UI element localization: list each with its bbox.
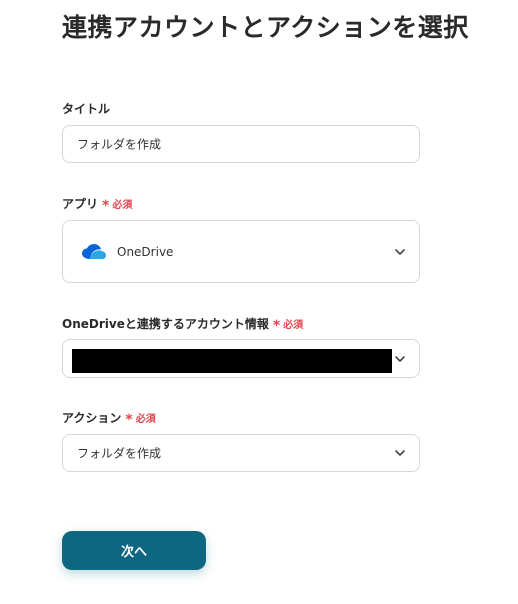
next-button[interactable]: 次へ [62,531,206,570]
required-text: 必須 [135,414,156,425]
account-label: OneDriveと連携するアカウント情報 * 必須 [62,315,304,334]
page-title: 連携アカウントとアクションを選択 [62,13,469,42]
chevron-down-icon [395,248,405,255]
app-label-text: アプリ [62,197,99,211]
title-input[interactable]: フォルダを作成 [62,125,420,163]
required-asterisk: * [125,411,133,428]
app-label: アプリ * 必須 [62,195,133,214]
action-select[interactable]: フォルダを作成 [62,434,420,472]
redacted-account-value [72,349,392,373]
action-select-value: フォルダを作成 [77,446,162,461]
title-input-value: フォルダを作成 [77,137,162,152]
account-select[interactable] [62,339,420,378]
title-label: タイトル [62,100,110,117]
required-asterisk: * [272,317,281,334]
app-select[interactable]: OneDrive [62,220,420,283]
required-asterisk: * [102,197,110,214]
action-label-text: アクション [62,411,122,425]
action-label: アクション * 必須 [62,409,156,428]
chevron-down-icon [395,355,405,362]
onedrive-cloud-icon [82,243,106,259]
account-label-text: OneDriveと連携するアカウント情報 [62,317,269,331]
required-text: 必須 [112,200,133,211]
title-label-text: タイトル [62,102,111,116]
required-text: 必須 [283,320,304,331]
chevron-down-icon [395,450,405,456]
app-name: OneDrive [117,244,174,259]
